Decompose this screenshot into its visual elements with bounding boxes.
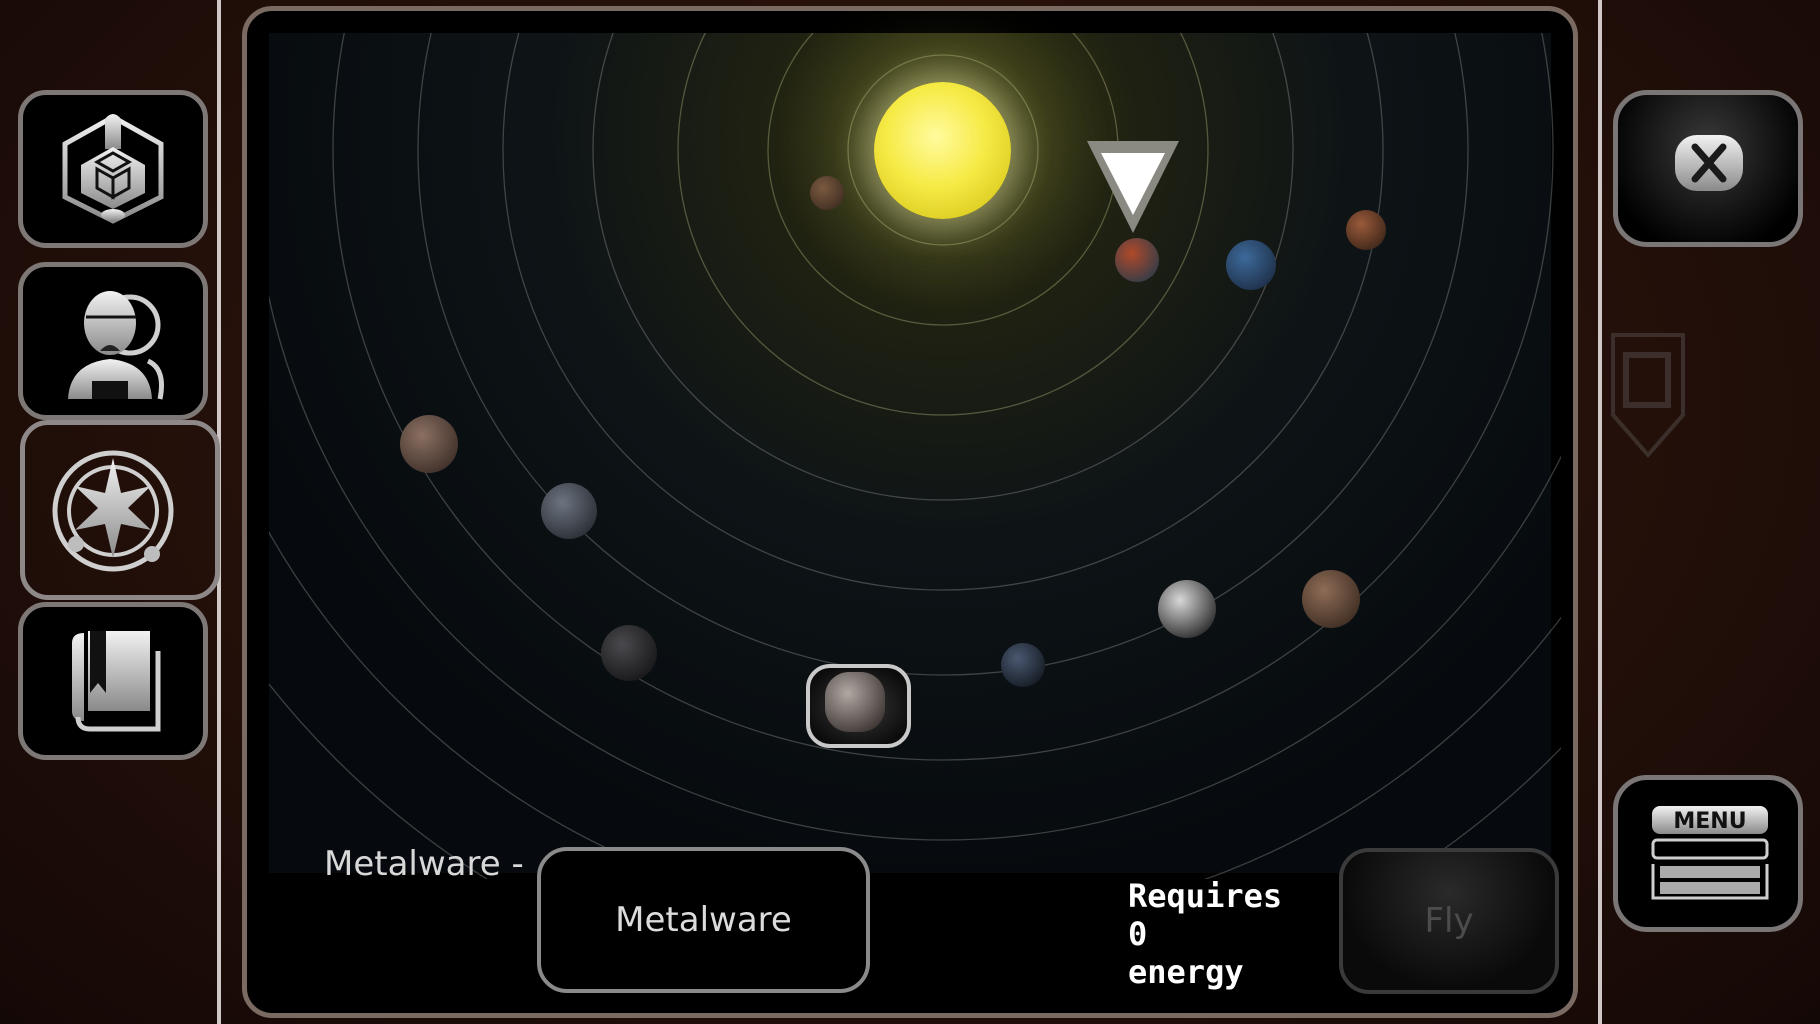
- energy-unit: energy: [1128, 953, 1244, 991]
- planet-earth-like[interactable]: [1226, 240, 1276, 290]
- ship-builder-button[interactable]: [18, 90, 208, 248]
- astronaut-icon: [68, 291, 164, 400]
- menu-label: MENU: [1673, 809, 1746, 834]
- destination-select-button[interactable]: Metalware: [537, 847, 870, 993]
- star-map-button[interactable]: [18, 432, 208, 590]
- planet-rocky-brown-small[interactable]: [810, 176, 844, 210]
- destination-label: Metalware -: [324, 844, 524, 884]
- faint-book-icon: [1611, 333, 1685, 459]
- codex-button[interactable]: [18, 602, 208, 760]
- book-bookmark-icon: [72, 631, 161, 732]
- location-triangle-icon: [1087, 141, 1179, 233]
- crew-button[interactable]: [18, 262, 208, 420]
- star-system-view: [269, 33, 1561, 879]
- ship-hexagon-icon: [62, 114, 164, 224]
- close-button[interactable]: [1613, 90, 1803, 247]
- menu-icon: MENU: [1651, 806, 1769, 900]
- requires-label: Requires: [1128, 877, 1283, 915]
- planet-mars-like[interactable]: [1346, 210, 1386, 250]
- planet-dark-rock[interactable]: [601, 625, 657, 681]
- sun[interactable]: [874, 82, 1011, 219]
- planet-station[interactable]: [825, 672, 885, 732]
- fly-button[interactable]: Fly: [1339, 848, 1559, 994]
- star-map-panel: Metalware - Metalware Requires 0 energy …: [242, 6, 1578, 1018]
- planet-white-ice[interactable]: [1158, 580, 1216, 638]
- planet-asteroid-brown[interactable]: [1302, 570, 1360, 628]
- planet-grey-moon[interactable]: [541, 483, 597, 539]
- energy-requirement: Requires 0 energy: [1128, 877, 1282, 991]
- compass-star-icon: [52, 450, 174, 572]
- menu-button[interactable]: MENU: [1613, 775, 1803, 932]
- frame-divider-right: [1598, 0, 1602, 1024]
- planet-dark-blue[interactable]: [1001, 643, 1045, 687]
- planet-lava[interactable]: [1115, 238, 1159, 282]
- planet-asteroid-brown[interactable]: [400, 415, 458, 473]
- energy-amount: 0: [1128, 915, 1148, 953]
- close-icon: [1675, 135, 1743, 191]
